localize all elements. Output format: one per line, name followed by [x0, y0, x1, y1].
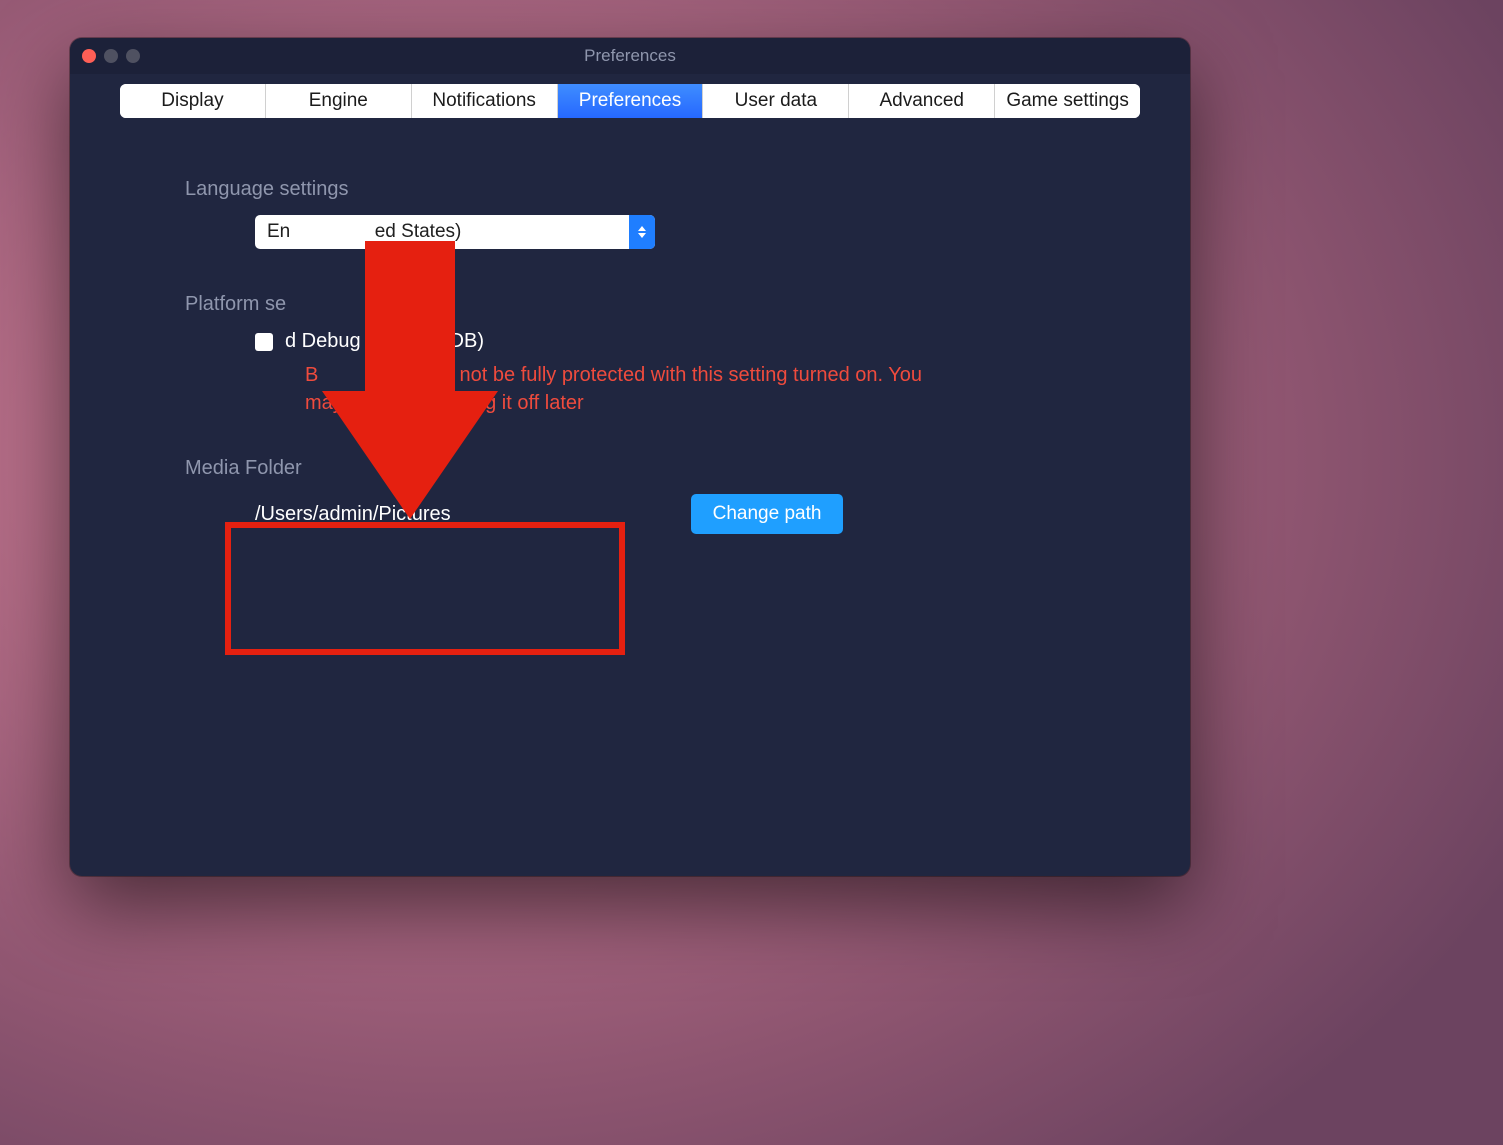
- tab-bar: Display Engine Notifications Preferences…: [120, 84, 1140, 118]
- tab-game-settings[interactable]: Game settings: [995, 84, 1140, 118]
- tab-preferences[interactable]: Preferences: [558, 84, 704, 118]
- platform-settings-label: Platform se: [185, 293, 1075, 316]
- language-select-value-suffix: ed States): [375, 221, 462, 243]
- warning-frag-1: B: [305, 364, 318, 386]
- media-folder-label: Media Folder: [185, 457, 1075, 480]
- minimize-window-button[interactable]: [104, 49, 118, 63]
- content-area: Language settings En glish (Unit ed Stat…: [70, 118, 1190, 534]
- media-folder-path: /Users/admin/Pictures: [255, 503, 451, 526]
- tab-advanced[interactable]: Advanced: [849, 84, 995, 118]
- warning-frag-2: may not be fully protected with this set…: [416, 364, 922, 386]
- language-select-value-prefix: En: [267, 221, 290, 243]
- adb-checkbox-label: d Debug Bridge (ADB): [285, 330, 484, 353]
- tab-engine[interactable]: Engine: [266, 84, 412, 118]
- tab-display[interactable]: Display: [120, 84, 266, 118]
- traffic-lights: [82, 49, 140, 63]
- maximize-window-button[interactable]: [126, 49, 140, 63]
- language-settings-label: Language settings: [185, 178, 1075, 201]
- preferences-window: Preferences Display Engine Notifications…: [70, 38, 1190, 876]
- adb-checkbox[interactable]: [255, 333, 273, 351]
- change-path-button[interactable]: Change path: [691, 494, 844, 534]
- warning-frag-4: sider turning it off later: [386, 392, 584, 414]
- close-window-button[interactable]: [82, 49, 96, 63]
- language-select[interactable]: En glish (Unit ed States): [255, 215, 655, 249]
- annotation-highlight-box: [225, 522, 625, 655]
- warning-frag-3: may: [305, 392, 343, 414]
- select-stepper-icon: [629, 215, 655, 249]
- tab-user-data[interactable]: User data: [703, 84, 849, 118]
- tab-notifications[interactable]: Notifications: [412, 84, 558, 118]
- window-title: Preferences: [70, 46, 1190, 66]
- adb-warning-text: B lueStacks may not be fully protected w…: [305, 361, 1005, 417]
- titlebar: Preferences: [70, 38, 1190, 74]
